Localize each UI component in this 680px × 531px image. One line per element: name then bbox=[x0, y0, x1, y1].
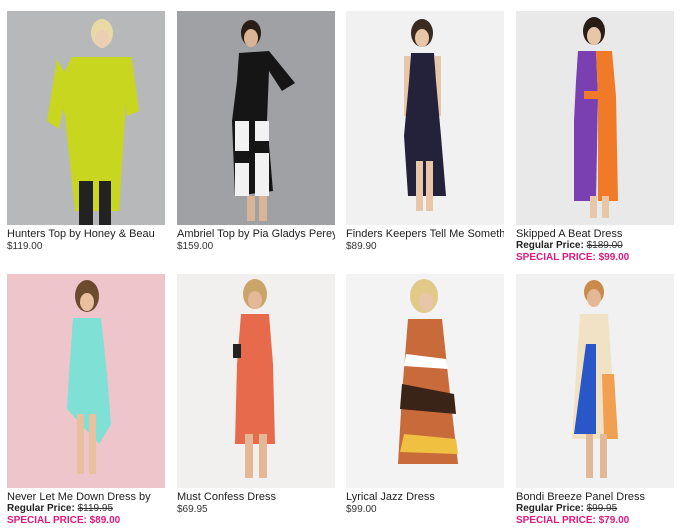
product-card[interactable]: Must Confess Dress $69.95 bbox=[177, 274, 335, 516]
product-name[interactable]: Lyrical Jazz Dress bbox=[346, 491, 504, 503]
product-price: $119.00 bbox=[7, 241, 43, 252]
special-price-value: $79.00 bbox=[598, 515, 630, 526]
product-grid: Hunters Top by Honey & Beau $119.00 Ambr… bbox=[0, 0, 680, 531]
product-price: $69.95 bbox=[177, 504, 208, 515]
regular-price: Regular Price: $119.95 bbox=[7, 503, 165, 515]
product-card[interactable]: Ambriel Top by Pia Gladys Perey $159.00 bbox=[177, 11, 335, 253]
regular-price-value: $189.00 bbox=[586, 240, 623, 251]
product-name[interactable]: Skipped A Beat Dress bbox=[516, 228, 674, 240]
special-price-value: $89.00 bbox=[89, 515, 121, 526]
product-image[interactable] bbox=[7, 274, 165, 488]
product-name[interactable]: Bondi Breeze Panel Dress bbox=[516, 491, 674, 503]
special-price-label: SPECIAL PRICE: bbox=[7, 515, 87, 526]
product-price: $159.00 bbox=[177, 241, 214, 252]
special-price-value: $99.00 bbox=[598, 252, 630, 263]
product-image[interactable] bbox=[346, 11, 504, 225]
product-name[interactable]: Ambriel Top by Pia Gladys Perey bbox=[177, 228, 335, 240]
product-card[interactable]: Bondi Breeze Panel Dress Regular Price: … bbox=[516, 274, 674, 527]
special-price: SPECIAL PRICE: $89.00 bbox=[7, 515, 165, 527]
regular-price: Regular Price: $189.00 bbox=[516, 240, 674, 252]
product-name[interactable]: Hunters Top by Honey & Beau bbox=[7, 228, 165, 240]
regular-price-label: Regular Price: bbox=[516, 503, 584, 514]
product-name[interactable]: Never Let Me Down Dress by bbox=[7, 491, 165, 503]
product-image[interactable] bbox=[516, 11, 674, 225]
regular-price-value: $119.95 bbox=[77, 503, 113, 514]
special-price-label: SPECIAL PRICE: bbox=[516, 252, 596, 263]
product-name[interactable]: Finders Keepers Tell Me Something bbox=[346, 228, 504, 240]
product-image[interactable] bbox=[346, 274, 504, 488]
product-card[interactable]: Hunters Top by Honey & Beau $119.00 bbox=[7, 11, 165, 253]
product-price: $89.90 bbox=[346, 241, 377, 252]
product-card[interactable]: Finders Keepers Tell Me Something $89.90 bbox=[346, 11, 504, 253]
special-price: SPECIAL PRICE: $99.00 bbox=[516, 252, 674, 264]
product-image[interactable] bbox=[177, 274, 335, 488]
regular-price: Regular Price: $99.95 bbox=[516, 503, 674, 515]
product-image[interactable] bbox=[516, 274, 674, 488]
regular-price-label: Regular Price: bbox=[7, 503, 75, 514]
product-image[interactable] bbox=[7, 11, 165, 225]
product-card[interactable]: Skipped A Beat Dress Regular Price: $189… bbox=[516, 11, 674, 264]
product-card[interactable]: Never Let Me Down Dress by Regular Price… bbox=[7, 274, 165, 527]
special-price: SPECIAL PRICE: $79.00 bbox=[516, 515, 674, 527]
product-price: $99.00 bbox=[346, 504, 377, 515]
regular-price-label: Regular Price: bbox=[516, 240, 584, 251]
product-card[interactable]: Lyrical Jazz Dress $99.00 bbox=[346, 274, 504, 516]
product-name[interactable]: Must Confess Dress bbox=[177, 491, 335, 503]
special-price-label: SPECIAL PRICE: bbox=[516, 515, 596, 526]
product-image[interactable] bbox=[177, 11, 335, 225]
regular-price-value: $99.95 bbox=[586, 503, 618, 514]
